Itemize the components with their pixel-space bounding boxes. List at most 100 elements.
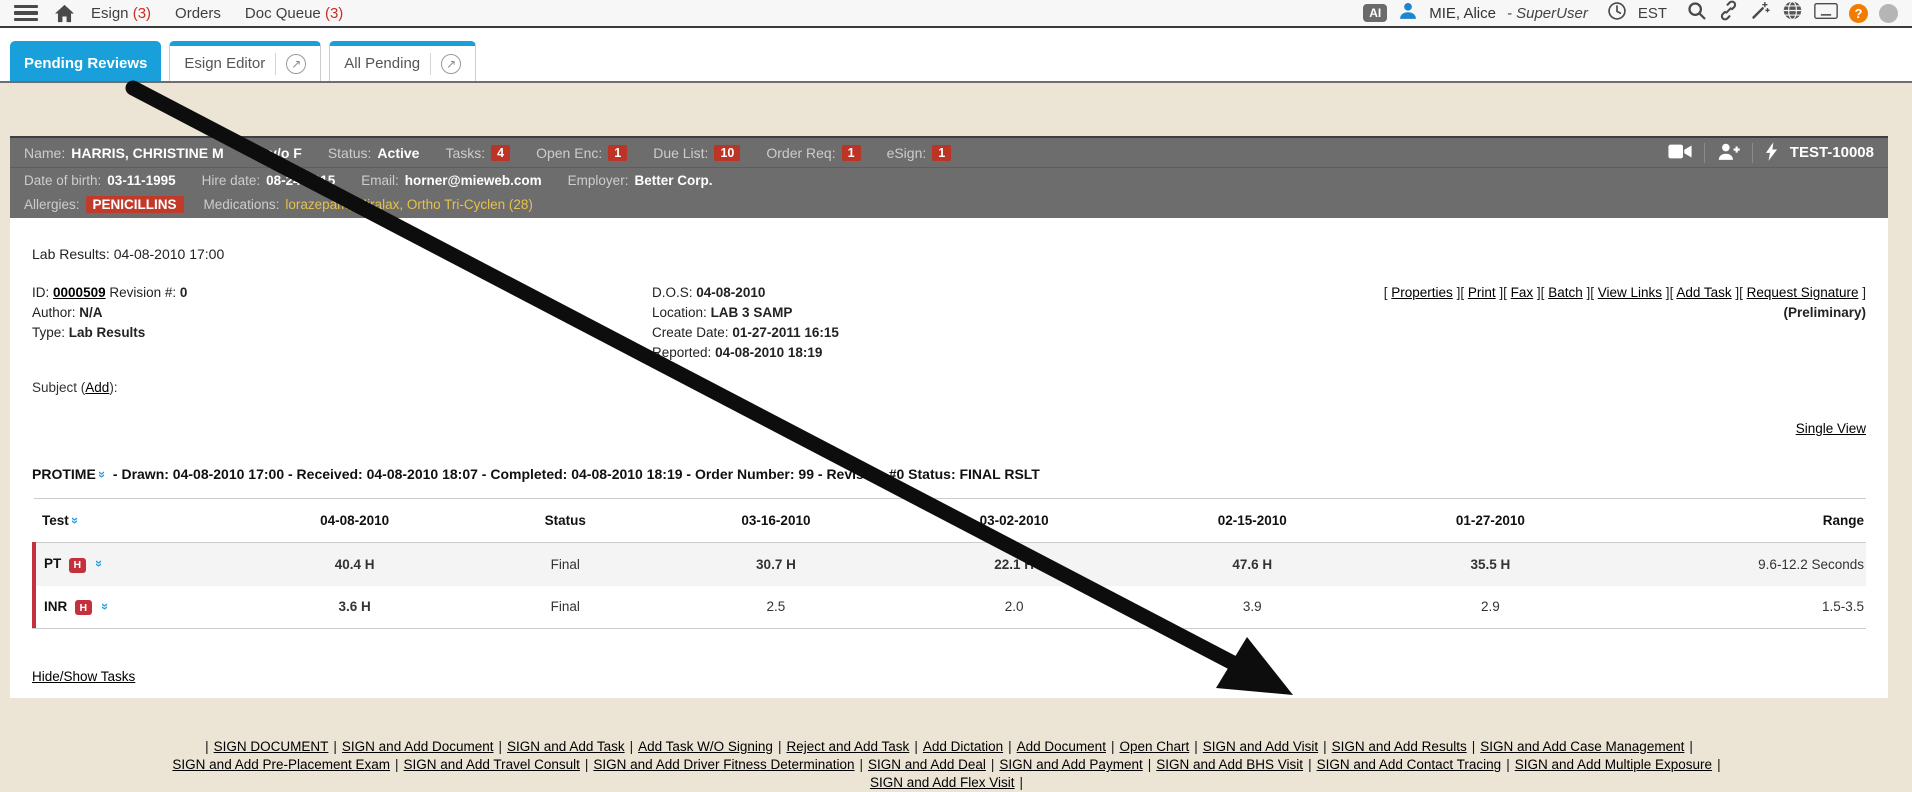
- user-avatar-icon[interactable]: [1398, 1, 1418, 26]
- action-link-print[interactable]: Print: [1468, 285, 1496, 300]
- allergy-badge[interactable]: PENICILLINS: [86, 196, 184, 213]
- footer-link-open-chart[interactable]: Open Chart: [1119, 739, 1189, 754]
- footer-link-sign-and-add-document[interactable]: SIGN and Add Document: [342, 739, 494, 754]
- separator: |: [333, 739, 337, 754]
- patient-allergies[interactable]: Allergies: PENICILLINS: [24, 196, 184, 213]
- link-icon[interactable]: [1718, 0, 1739, 26]
- search-icon[interactable]: [1686, 0, 1707, 26]
- action-link-batch[interactable]: Batch: [1548, 285, 1583, 300]
- badge-tasks[interactable]: Tasks: 4: [445, 145, 510, 161]
- count-badge[interactable]: 4: [491, 145, 510, 161]
- separator: |: [1111, 739, 1115, 754]
- count-badge[interactable]: 10: [714, 145, 740, 161]
- col-test[interactable]: Test: [42, 513, 69, 528]
- action-link-view-links[interactable]: View Links: [1598, 285, 1662, 300]
- document-title: Lab Results: 04-08-2010 17:00: [32, 246, 1866, 262]
- action-link-properties[interactable]: Properties: [1391, 285, 1453, 300]
- footer-link-sign-and-add-contact-tracing[interactable]: SIGN and Add Contact Tracing: [1317, 757, 1502, 772]
- count-badge[interactable]: 1: [608, 145, 627, 161]
- subject-add-link[interactable]: Add: [85, 380, 109, 395]
- nav-item-esign[interactable]: Esign (3): [91, 5, 151, 22]
- badge-due-list[interactable]: Due List: 10: [653, 145, 740, 161]
- video-camera-icon[interactable]: [1668, 143, 1692, 163]
- globe-icon[interactable]: [1782, 0, 1803, 26]
- hamburger-menu-icon[interactable]: [14, 5, 38, 21]
- tab-label: All Pending: [344, 55, 420, 72]
- clock-icon[interactable]: [1607, 1, 1627, 26]
- footer-link-sign-and-add-travel-consult[interactable]: SIGN and Add Travel Consult: [404, 757, 580, 772]
- user-role: - SuperUser: [1507, 5, 1588, 22]
- test-name[interactable]: PT: [44, 556, 61, 571]
- separator: |: [395, 757, 399, 772]
- nav-item-count: (3): [325, 5, 343, 22]
- separator: |: [1689, 739, 1693, 754]
- medications-list[interactable]: lorazepam, Miralax, Ortho Tri-Cyclen (28…: [285, 197, 533, 212]
- footer-link-sign-and-add-visit[interactable]: SIGN and Add Visit: [1203, 739, 1318, 754]
- results-table: Test» 04-08-2010 Status 03-16-2010 03-02…: [32, 498, 1866, 628]
- patient-dob: Date of birth: 03-11-1995: [24, 173, 176, 188]
- revision-value: 0: [180, 285, 188, 300]
- footer-link-sign-and-add-pre-placement-exam[interactable]: SIGN and Add Pre-Placement Exam: [172, 757, 390, 772]
- section-title[interactable]: PROTIME: [32, 466, 96, 482]
- tab-label: Pending Reviews: [24, 55, 147, 72]
- chevron-down-icon[interactable]: »: [93, 560, 108, 567]
- footer-link-sign-and-add-bhs-visit[interactable]: SIGN and Add BHS Visit: [1156, 757, 1303, 772]
- patient-medications[interactable]: Medications: lorazepam, Miralax, Ortho T…: [204, 197, 533, 212]
- keyboard-icon[interactable]: [1814, 2, 1838, 25]
- wand-icon[interactable]: [1750, 0, 1771, 26]
- separator: |: [205, 739, 209, 754]
- patient-header: Name: HARRIS, CHRISTINE M 29 y/o F Statu…: [10, 136, 1888, 218]
- patient-chart-id[interactable]: TEST-10008: [1790, 144, 1874, 161]
- separator: |: [1148, 757, 1152, 772]
- nav-item-orders[interactable]: Orders: [175, 5, 221, 22]
- footer-link-sign-and-add-payment[interactable]: SIGN and Add Payment: [999, 757, 1142, 772]
- help-icon[interactable]: ?: [1849, 4, 1868, 23]
- lightning-bolt-icon[interactable]: [1765, 142, 1778, 164]
- document-id-link[interactable]: 0000509: [53, 285, 106, 300]
- action-link-add-task[interactable]: Add Task: [1676, 285, 1731, 300]
- external-link-icon[interactable]: ↗: [441, 54, 461, 74]
- add-person-icon[interactable]: [1717, 142, 1740, 164]
- count-badge[interactable]: 1: [932, 145, 951, 161]
- nav-item-doc-queue[interactable]: Doc Queue (3): [245, 5, 343, 22]
- table-row-pt: PT H » 40.4 H Final 30.7 H 22.1 H 47.6 H…: [34, 543, 1866, 586]
- external-link-icon[interactable]: ↗: [286, 54, 306, 74]
- results-header-row: Test» 04-08-2010 Status 03-16-2010 03-02…: [34, 499, 1866, 543]
- result-value: 3.6 H: [236, 586, 474, 629]
- action-link-request-signature[interactable]: Request Signature: [1747, 285, 1859, 300]
- footer-link-sign-document[interactable]: SIGN DOCUMENT: [214, 739, 329, 754]
- chevron-down-icon[interactable]: »: [68, 517, 83, 524]
- footer-link-sign-and-add-driver-fitness-determination[interactable]: SIGN and Add Driver Fitness Determinatio…: [593, 757, 854, 772]
- chevron-down-icon[interactable]: »: [98, 602, 113, 609]
- footer-link-sign-and-add-deal[interactable]: SIGN and Add Deal: [868, 757, 986, 772]
- footer-link-sign-and-add-flex-visit[interactable]: SIGN and Add Flex Visit: [870, 775, 1015, 790]
- footer-link-reject-and-add-task[interactable]: Reject and Add Task: [786, 739, 909, 754]
- chevron-down-icon[interactable]: »: [95, 471, 110, 478]
- separator: |: [991, 757, 995, 772]
- footer-link-sign-and-add-results[interactable]: SIGN and Add Results: [1332, 739, 1467, 754]
- footer-link-add-task-w-o-signing[interactable]: Add Task W/O Signing: [638, 739, 773, 754]
- tab-esign-editor[interactable]: Esign Editor ↗: [169, 41, 321, 81]
- location-value: LAB 3 SAMP: [711, 305, 793, 320]
- signing-actions-row-3: SIGN and Add Flex Visit|: [10, 774, 1888, 792]
- footer-link-add-document[interactable]: Add Document: [1017, 739, 1106, 754]
- single-view-link[interactable]: Single View: [1796, 421, 1866, 436]
- action-link-fax[interactable]: Fax: [1511, 285, 1534, 300]
- count-badge[interactable]: 1: [842, 145, 861, 161]
- test-name[interactable]: INR: [44, 599, 67, 614]
- result-value: 2.0: [895, 586, 1133, 629]
- badge-esign[interactable]: eSign: 1: [887, 145, 952, 161]
- separator: |: [630, 739, 634, 754]
- nav-items: Esign (3) Orders Doc Queue (3): [91, 5, 343, 22]
- footer-link-sign-and-add-multiple-exposure[interactable]: SIGN and Add Multiple Exposure: [1515, 757, 1712, 772]
- footer-link-sign-and-add-task[interactable]: SIGN and Add Task: [507, 739, 625, 754]
- hide-show-tasks-link[interactable]: Hide/Show Tasks: [32, 669, 135, 684]
- footer-link-add-dictation[interactable]: Add Dictation: [923, 739, 1003, 754]
- ai-badge[interactable]: AI: [1363, 4, 1387, 22]
- footer-link-sign-and-add-case-management[interactable]: SIGN and Add Case Management: [1480, 739, 1684, 754]
- badge-order-req[interactable]: Order Req: 1: [766, 145, 860, 161]
- tab-pending-reviews[interactable]: Pending Reviews: [10, 41, 161, 81]
- tab-all-pending[interactable]: All Pending ↗: [329, 41, 476, 81]
- home-icon[interactable]: [54, 4, 75, 23]
- badge-open-enc[interactable]: Open Enc: 1: [536, 145, 627, 161]
